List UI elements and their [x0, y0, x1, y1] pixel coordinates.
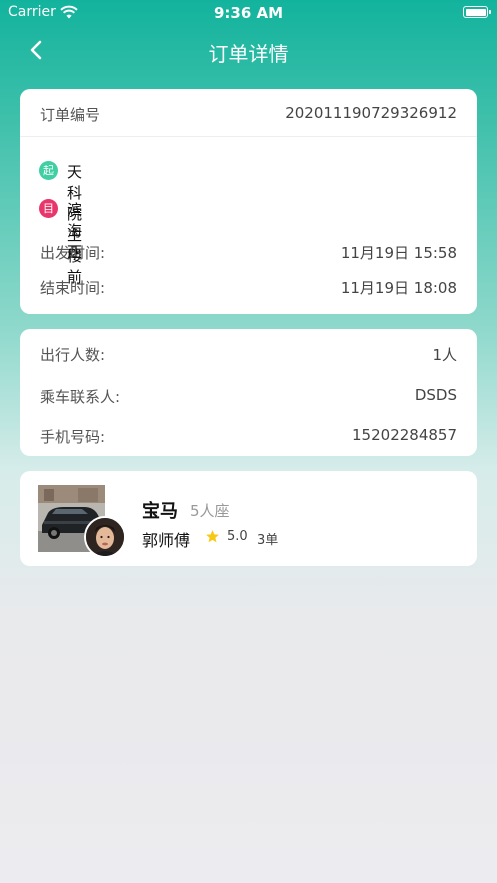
- passenger-count-row: 出行人数: 1人: [40, 344, 457, 364]
- driver-card[interactable]: 宝马 5人座 郭师傅 5.0 3单: [20, 471, 477, 566]
- driver-rating: 5.0: [227, 529, 248, 544]
- order-number-label: 订单编号: [40, 106, 101, 124]
- phone-label: 手机号码:: [40, 428, 106, 446]
- star-icon: [206, 530, 219, 543]
- order-card: 订单编号 20201119072932​6912 起 天科院主楼前 目 滨海西 …: [20, 89, 477, 314]
- origin-badge: 起: [39, 161, 58, 180]
- passenger-count-value: 1人: [432, 346, 457, 364]
- car-brand: 宝马: [142, 501, 178, 522]
- passenger-count-label: 出行人数:: [40, 346, 106, 364]
- phone-value: 15202284857: [352, 426, 457, 444]
- nav-bar: 订单详情: [0, 30, 497, 72]
- page-title: 订单详情: [208, 42, 289, 66]
- depart-time-value: 11月19日 15:58: [340, 244, 457, 262]
- car-seats: 5人座: [190, 502, 230, 520]
- depart-time-row: 出发时间: 11月19日 15:58: [40, 242, 457, 262]
- contact-label: 乘车联系人:: [40, 388, 121, 406]
- contact-value: DSDS: [414, 386, 457, 404]
- passenger-card: 出行人数: 1人 乘车联系人: DSDS 手机号码: 15202284857: [20, 329, 477, 456]
- end-time-value: 11月19日 18:08: [340, 279, 457, 297]
- depart-time-label: 出发时间:: [40, 244, 106, 262]
- contact-row: 乘车联系人: DSDS: [40, 386, 457, 406]
- status-bar: Carrier 9:36 AM: [0, 0, 497, 26]
- order-number-value: 20201119072932​6912: [285, 104, 457, 122]
- end-time-row: 结束时间: 11月19日 18:08: [40, 277, 457, 297]
- phone-row: 手机号码: 15202284857: [40, 426, 457, 446]
- driver-order-count: 3单: [257, 533, 279, 548]
- end-time-label: 结束时间:: [40, 279, 106, 297]
- divider: [20, 136, 477, 137]
- status-time: 9:36 AM: [213, 4, 284, 22]
- driver-name: 郭师傅: [142, 531, 191, 550]
- destination-badge: 目: [39, 199, 58, 218]
- battery-icon: [463, 6, 491, 18]
- driver-avatar: [84, 516, 126, 558]
- order-number-row: 订单编号 20201119072932​6912: [40, 104, 457, 124]
